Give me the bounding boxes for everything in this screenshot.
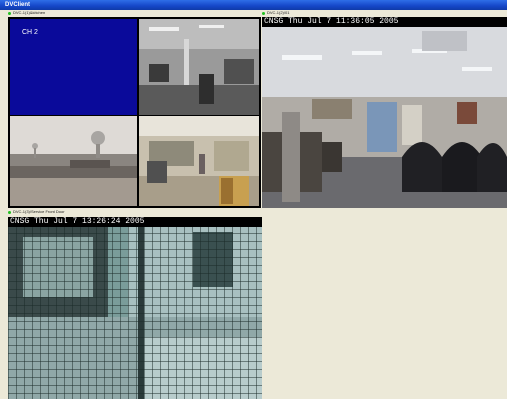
camera-2-label-text: DVC-1(2)/01 xyxy=(267,10,290,15)
camera-2-feed xyxy=(262,17,507,208)
camera-1-label: DVC-1(1)&kitchen xyxy=(8,10,45,16)
lobby-feed-pane[interactable] xyxy=(139,116,259,206)
channel-2-pane[interactable]: CH 2 xyxy=(10,19,137,115)
office-feed-pane[interactable] xyxy=(139,19,259,115)
channel-label: CH 2 xyxy=(22,29,38,36)
camera-2-osd: CNSG Thu Jul 7 11:36:05 2005 xyxy=(262,17,507,27)
camera-1-quad-view[interactable]: CH 2 xyxy=(8,17,261,208)
camera-2-view[interactable]: CNSG Thu Jul 7 11:36:05 2005 xyxy=(262,17,507,208)
camera-3-label: DVC-1(3)/Service Front Door xyxy=(8,209,65,215)
camera-1-label-text: DVC-1(1)&kitchen xyxy=(13,10,46,15)
window-titlebar[interactable]: DVClient xyxy=(0,0,507,10)
live-indicator-icon xyxy=(262,11,265,15)
camera-3-osd: CNSG Thu Jul 7 13:26:24 2005 xyxy=(8,217,262,227)
outdoor-feed-pane[interactable] xyxy=(10,116,137,206)
live-indicator-icon xyxy=(8,11,11,15)
camera-3-label-text: DVC-1(3)/Service Front Door xyxy=(13,209,65,214)
camera-3-view[interactable]: CNSG Thu Jul 7 13:26:24 2005 xyxy=(8,217,262,399)
window-title: DVClient xyxy=(5,2,31,8)
camera-2-label: DVC-1(2)/01 xyxy=(262,10,289,16)
empty-camera-slot[interactable] xyxy=(262,217,507,399)
live-indicator-icon xyxy=(8,210,11,214)
camera-3-feed xyxy=(8,217,262,399)
